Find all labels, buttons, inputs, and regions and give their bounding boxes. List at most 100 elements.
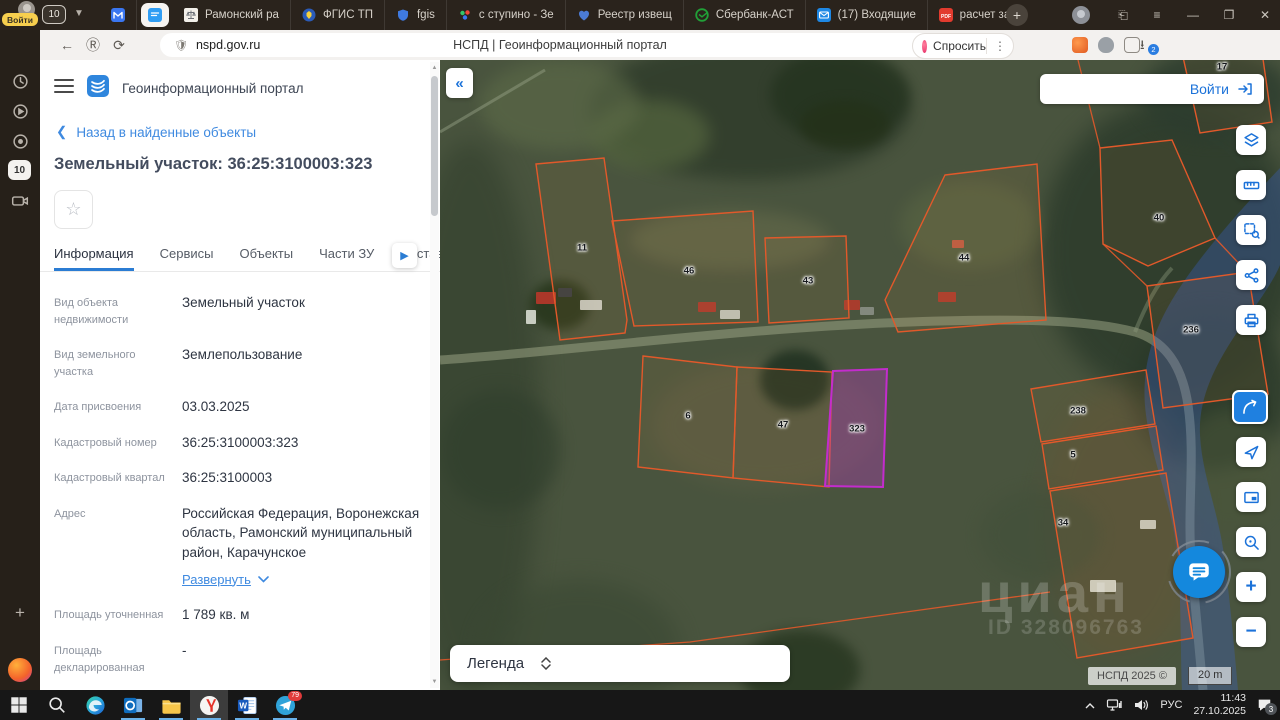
hamburger-menu-icon[interactable]	[54, 79, 74, 98]
browser-tab-label: Рамонский ра	[205, 9, 279, 21]
outlook-taskbar-button[interactable]	[114, 690, 152, 720]
history-clock-icon[interactable]	[9, 70, 31, 92]
start-taskbar-button[interactable]	[0, 690, 38, 720]
music-icon[interactable]	[9, 130, 31, 152]
tab-части зу[interactable]: Части ЗУ	[319, 240, 374, 271]
browser-tab[interactable]: ФГИС ТП	[291, 0, 385, 30]
profile-login-badge[interactable]: Войти	[2, 13, 38, 26]
menu-icon[interactable]: ≡	[1142, 0, 1172, 30]
field-value: 36:25:3100003	[182, 468, 426, 488]
field-row: Вид земельного участка Землепользование	[54, 345, 426, 381]
draw-button[interactable]	[1232, 390, 1268, 424]
legend-selector[interactable]: Легенда	[450, 645, 790, 682]
scroll-up-icon[interactable]: ▲	[430, 65, 439, 71]
zoom-out-button[interactable]: −	[1236, 617, 1266, 647]
field-label: Площадь декларированная	[54, 644, 145, 675]
address-bar[interactable]: 🛡 nspd.gov.ru НСПД | Геоинформационный п…	[160, 33, 960, 57]
scroll-down-icon[interactable]: ▼	[430, 679, 439, 685]
browser-tab[interactable]	[100, 0, 137, 30]
close-button[interactable]: ✕	[1250, 0, 1280, 30]
browser-tabbar: Войти 10 ▼ Рамонский ра ФГИС ТП fgis с ступ…	[0, 0, 1280, 30]
ruler-button[interactable]	[1236, 170, 1266, 200]
restore-button[interactable]: ❐	[1214, 0, 1244, 30]
browser-tab[interactable]: Реестр извещ	[566, 0, 684, 30]
area-search-button[interactable]	[1236, 215, 1266, 245]
browser-tab[interactable]: Рамонский ра	[173, 0, 291, 30]
add-icon[interactable]: +	[9, 602, 31, 624]
more-options-icon[interactable]: ⋮	[986, 38, 1013, 54]
notification-badge: 3	[1265, 703, 1277, 715]
share-button[interactable]	[1236, 260, 1266, 290]
reload-icon[interactable]: ⟳	[106, 37, 132, 54]
telegram-taskbar-button[interactable]: 79	[266, 690, 304, 720]
chevron-down-icon[interactable]: ▼	[74, 8, 84, 19]
parcel-label-11: 11	[576, 242, 588, 254]
assistant-icon[interactable]	[8, 658, 32, 682]
show-hidden-icons[interactable]	[1085, 702, 1095, 709]
new-tab-button[interactable]: +	[1006, 4, 1028, 26]
layers-button[interactable]	[1236, 125, 1266, 155]
browser-tab[interactable]: PDF расчет заявки	[928, 0, 1010, 30]
ask-button[interactable]: Спросить ⋮	[912, 33, 1014, 59]
minimize-button[interactable]: —	[1178, 0, 1208, 30]
browser-tab[interactable]: (17) Входящие	[806, 0, 928, 30]
edge-taskbar-button[interactable]	[76, 690, 114, 720]
camera-icon[interactable]	[9, 190, 31, 212]
back-link[interactable]: ❮ Назад в найденные объекты	[56, 124, 440, 140]
expand-link[interactable]: Развернуть	[182, 571, 426, 590]
parcel-44[interactable]	[884, 163, 1047, 333]
print-button[interactable]	[1236, 305, 1266, 335]
map-canvas[interactable]: циан ID 328096763 11 46 43 44 17 40 236 238 5 34 6…	[440, 60, 1280, 690]
shield-icon	[396, 8, 410, 22]
tab-сервисы[interactable]: Сервисы	[160, 240, 214, 271]
map-login-button[interactable]: Войти	[1040, 74, 1264, 104]
tab-информация[interactable]: Информация	[54, 240, 134, 271]
parcel-label-34: 34	[1057, 517, 1069, 529]
browser-tab[interactable]: fgis	[385, 0, 447, 30]
language-indicator[interactable]: РУС	[1160, 699, 1182, 711]
pdf-icon: PDF	[938, 8, 953, 22]
panel-scrollbar[interactable]: ▲ ▼	[430, 62, 439, 688]
tabs-scroll-right-button[interactable]: ▶	[392, 243, 417, 268]
side-panels-icon[interactable]: ⎗	[1108, 0, 1138, 30]
explorer-taskbar-button[interactable]	[152, 690, 190, 720]
parcel-label-6: 6	[685, 410, 691, 422]
field-row: Вид объекта недвижимости Земельный участо…	[54, 293, 426, 329]
browser-tab[interactable]: Сбербанк-АСТ	[684, 0, 806, 30]
downloads-icon[interactable]: ⭳ 2	[1140, 36, 1159, 58]
parcel-40[interactable]	[1099, 139, 1216, 267]
field-value-text: Землепользование	[182, 347, 303, 363]
browser-tab-label: Реестр извещ	[597, 9, 672, 21]
word-taskbar-button[interactable]: W	[228, 690, 266, 720]
tab-counter[interactable]: 10	[42, 5, 66, 24]
network-icon[interactable]	[1106, 698, 1123, 712]
chat-button[interactable]	[1173, 546, 1225, 598]
download-badge: 2	[1148, 44, 1159, 55]
notifications-icon[interactable]: 3	[1257, 698, 1277, 715]
extension-icon[interactable]	[1072, 37, 1088, 53]
video-play-icon[interactable]	[9, 100, 31, 122]
volume-icon[interactable]	[1133, 698, 1149, 712]
overview-map-button[interactable]	[1236, 482, 1266, 512]
parcel-label-323: 323	[849, 423, 865, 435]
scrollbar-thumb[interactable]	[431, 76, 438, 216]
tab-объекты[interactable]: Объекты	[239, 240, 293, 271]
map-search-button[interactable]	[1236, 527, 1266, 557]
clock[interactable]: 11:43 27.10.2025	[1193, 692, 1246, 718]
browser-tab[interactable]: с ступино - Зе	[447, 0, 566, 30]
browser-avatar[interactable]	[1072, 6, 1090, 24]
search-taskbar-button[interactable]	[38, 690, 76, 720]
strip-tab-counter[interactable]: 10	[8, 160, 31, 180]
favorite-star-button[interactable]: ☆	[54, 190, 93, 229]
extension-shield-icon[interactable]	[1098, 37, 1114, 53]
zoom-in-button[interactable]: +	[1236, 572, 1266, 602]
yandex-icon[interactable]: Ⓡ	[80, 35, 106, 55]
yandex-browser-taskbar-button[interactable]	[190, 690, 228, 720]
locate-button[interactable]	[1236, 437, 1266, 467]
object-info-panel: Геоинформационный портал ❮ Назад в найде…	[40, 60, 440, 690]
parcel-236[interactable]	[1146, 271, 1269, 409]
back-icon[interactable]: ←	[54, 37, 80, 53]
browser-tab[interactable]	[141, 3, 169, 27]
collapse-panel-button[interactable]: «	[446, 68, 473, 98]
extension-outline-icon[interactable]	[1124, 37, 1140, 53]
